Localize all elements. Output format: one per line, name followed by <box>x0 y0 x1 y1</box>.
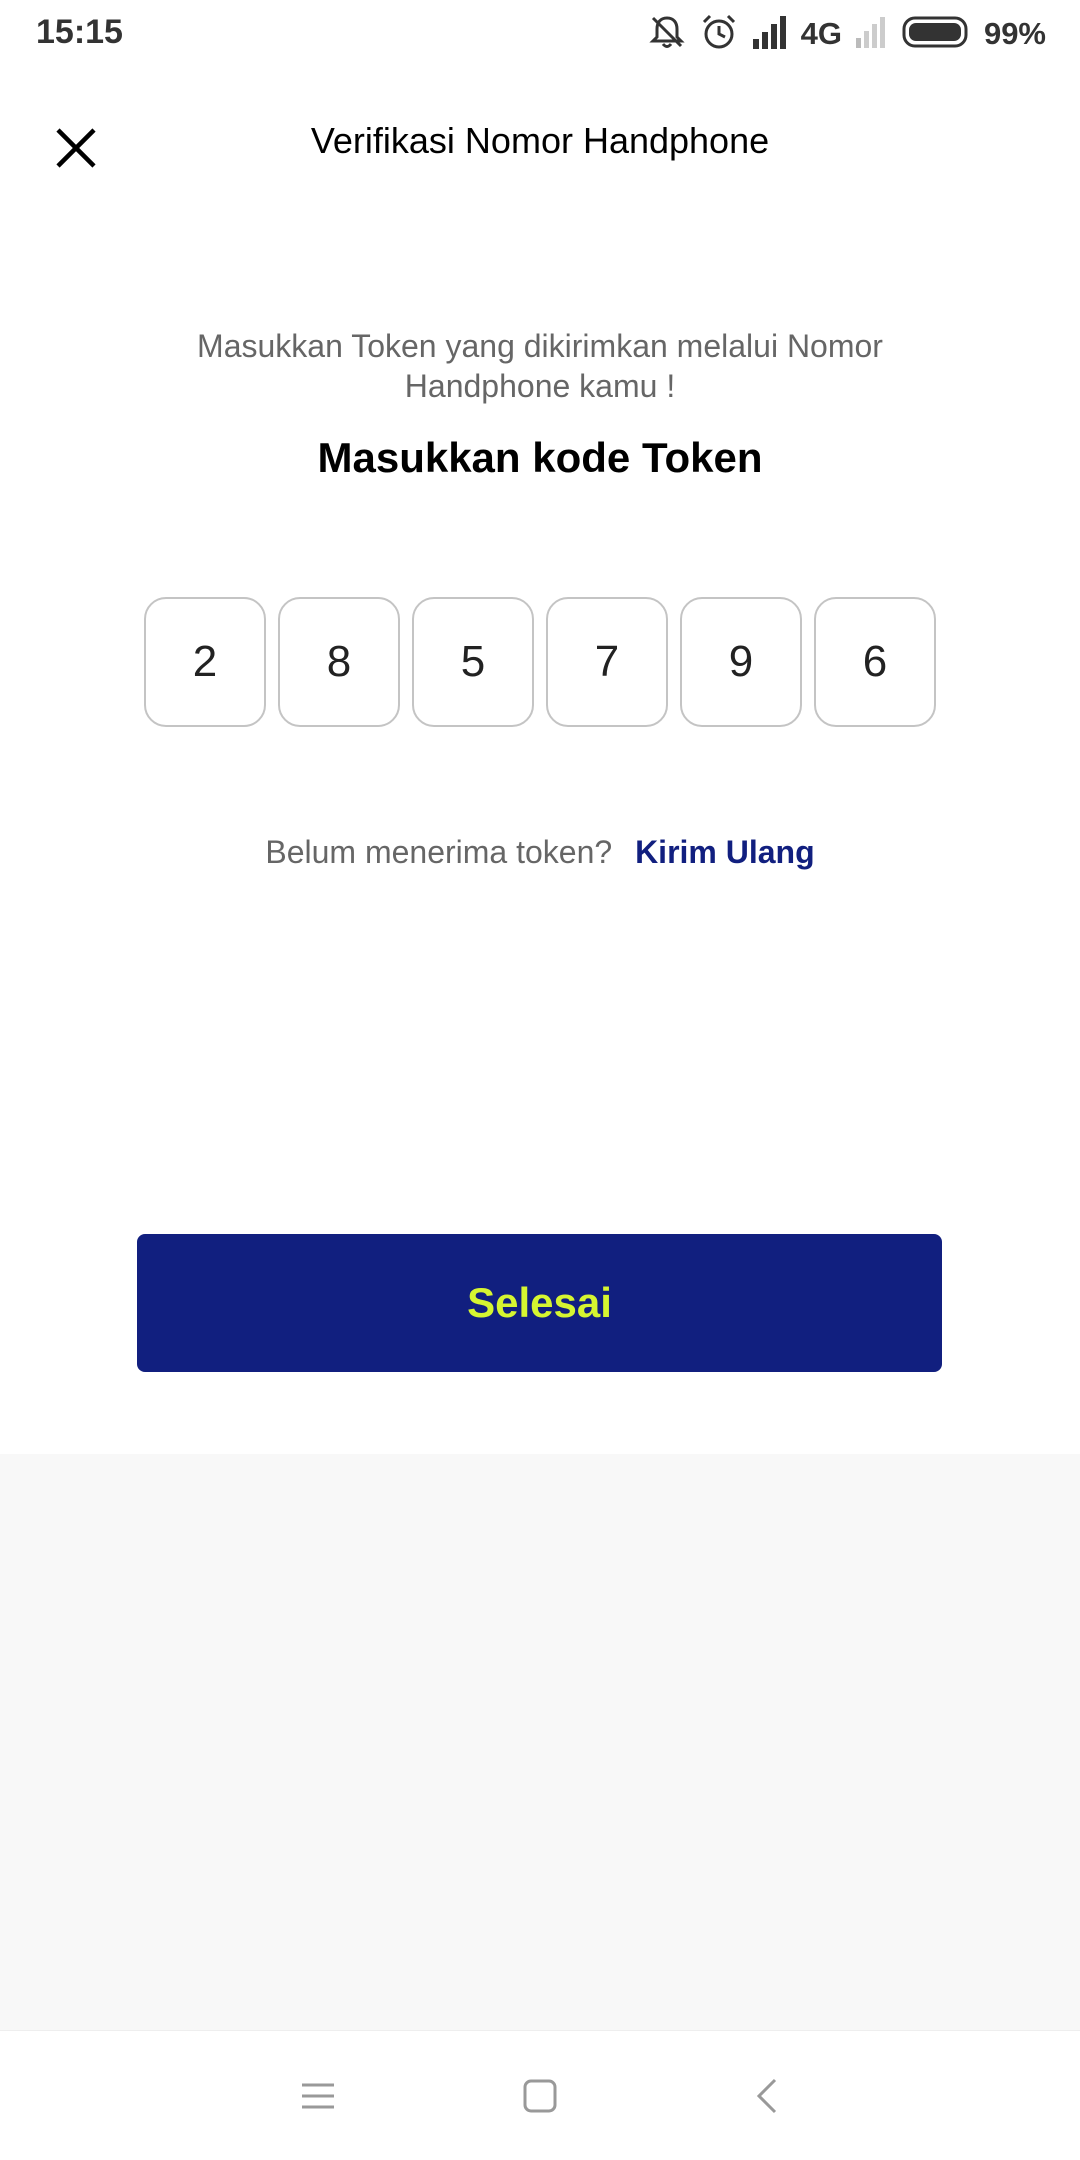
network-type: 4G <box>800 16 842 51</box>
otp-digit-1[interactable]: 2 <box>144 597 266 727</box>
otp-input-group: 2 8 5 7 9 6 <box>0 597 1080 727</box>
menu-button[interactable] <box>283 2061 353 2131</box>
otp-digit-3[interactable]: 5 <box>412 597 534 727</box>
otp-digit-4[interactable]: 7 <box>546 597 668 727</box>
back-icon <box>756 2078 777 2114</box>
otp-digit-2[interactable]: 8 <box>278 597 400 727</box>
instruction-text: Masukkan Token yang dikirimkan melalui N… <box>197 328 883 404</box>
resend-question: Belum menerima token? <box>265 834 613 870</box>
token-heading: Masukkan kode Token <box>317 434 763 481</box>
home-button[interactable] <box>505 2061 575 2131</box>
home-icon <box>523 2079 557 2113</box>
page-title: Verifikasi Nomor Handphone <box>310 120 770 161</box>
back-button[interactable] <box>732 2061 802 2131</box>
alarm-icon <box>699 12 739 57</box>
signal-icon <box>751 15 789 54</box>
system-nav-bar <box>0 2030 1080 2160</box>
signal-weak-icon <box>854 16 890 53</box>
status-bar: 15:15 4G 99% <box>0 0 1080 68</box>
status-time: 15:15 <box>36 13 123 51</box>
status-icons: 4G 99% <box>635 12 1046 56</box>
resend-link[interactable]: Kirim Ulang <box>635 834 815 870</box>
otp-digit-5[interactable]: 9 <box>680 597 802 727</box>
done-button[interactable]: Selesai <box>137 1234 942 1372</box>
otp-digit-6[interactable]: 6 <box>814 597 936 727</box>
battery-icon <box>902 15 972 54</box>
empty-area <box>0 1454 1080 2030</box>
notifications-off-icon <box>647 12 687 57</box>
resend-row: Belum menerima token? Kirim Ulang <box>0 834 1080 871</box>
battery-percent: 99% <box>983 16 1046 51</box>
app-header: Verifikasi Nomor Handphone <box>0 96 1080 192</box>
menu-icon <box>302 2083 334 2109</box>
phone-verification-screen: 15:15 4G 99% Verifikasi Nomor Handphone … <box>0 0 1080 2160</box>
